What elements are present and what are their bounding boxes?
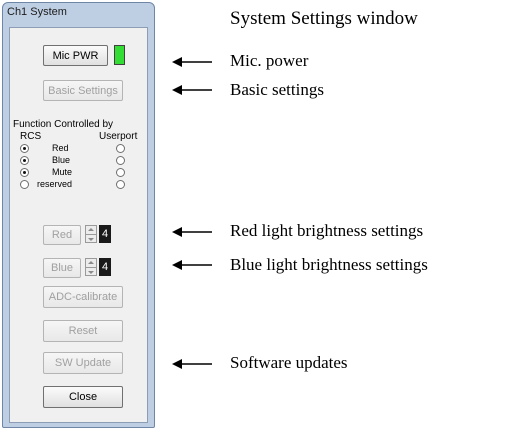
userport-radio-reserved[interactable] <box>116 180 125 189</box>
function-row-label: Red <box>52 143 69 153</box>
reset-button[interactable]: Reset <box>43 320 123 342</box>
function-row-label: Mute <box>52 167 73 177</box>
red-light-caption: Red light brightness settings <box>230 221 424 240</box>
mic-power-led-indicator <box>114 45 125 65</box>
rcs-radio-blue[interactable] <box>20 156 29 165</box>
heading-caption: System Settings window <box>230 8 418 29</box>
spin-up-arrow-icon[interactable] <box>86 226 96 235</box>
left-arrow-icon <box>172 57 212 67</box>
userport-column-header: Userport <box>99 131 138 142</box>
red-brightness-button[interactable]: Red <box>43 225 81 245</box>
basic-settings-caption: Basic settings <box>230 80 324 99</box>
blue-light-caption: Blue light brightness settings <box>230 255 428 274</box>
window-title: Ch1 System <box>7 6 67 18</box>
spin-up-arrow-icon[interactable] <box>86 259 96 268</box>
rcs-radio-mute[interactable] <box>20 168 29 177</box>
blue-brightness-button[interactable]: Blue <box>43 258 81 278</box>
spin-down-arrow-icon[interactable] <box>86 268 96 276</box>
userport-radio-blue[interactable] <box>116 156 125 165</box>
userport-radio-red[interactable] <box>116 144 125 153</box>
system-window: Ch1 System Mic PWR Basic Settings Functi… <box>2 2 155 428</box>
left-arrow-icon <box>172 359 212 369</box>
left-arrow-icon <box>172 85 212 95</box>
function-row-label: Blue <box>52 155 71 165</box>
userport-radio-mute[interactable] <box>116 168 125 177</box>
mic-power-caption: Mic. power <box>230 51 309 70</box>
left-arrow-icon <box>172 260 212 270</box>
function-group-title: Function Controlled by <box>13 119 114 130</box>
spin-down-arrow-icon[interactable] <box>86 235 96 243</box>
left-arrow-icon <box>172 227 212 237</box>
blue-brightness-spinner[interactable] <box>85 258 97 276</box>
rcs-column-header: RCS <box>20 131 42 142</box>
basic-settings-button[interactable]: Basic Settings <box>43 80 123 101</box>
software-updates-caption: Software updates <box>230 353 348 372</box>
rcs-radio-red[interactable] <box>20 144 29 153</box>
red-brightness-value: 4 <box>99 225 111 243</box>
window-client-area: Mic PWR Basic Settings Function Controll… <box>9 27 148 423</box>
red-brightness-spinner[interactable] <box>85 225 97 243</box>
adc-calibrate-button[interactable]: ADC-calibrate <box>43 286 123 308</box>
blue-brightness-value: 4 <box>99 258 111 276</box>
rcs-radio-reserved[interactable] <box>20 180 29 189</box>
mic-pwr-button[interactable]: Mic PWR <box>43 45 108 66</box>
function-row-label: reserved <box>37 179 73 189</box>
close-button[interactable]: Close <box>43 386 123 408</box>
sw-update-button[interactable]: SW Update <box>43 352 123 374</box>
